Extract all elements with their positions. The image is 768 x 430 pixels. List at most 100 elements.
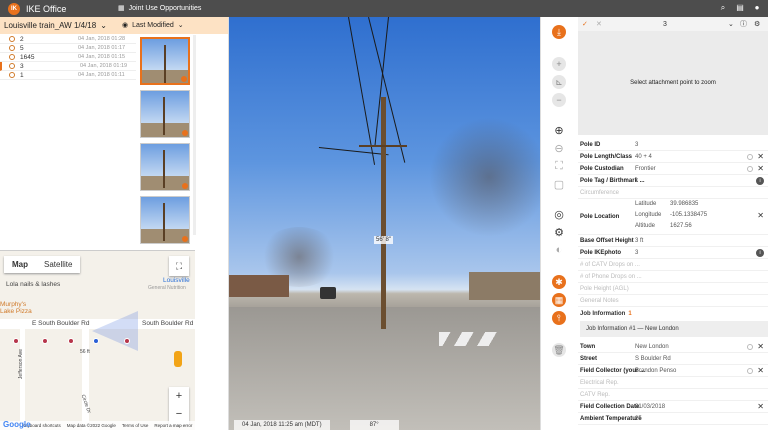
pole-list-item[interactable]: 5 04 Jan, 2018 01:17 <box>0 44 136 53</box>
zoom-in-icon[interactable]: + <box>169 387 189 405</box>
map-panel[interactable]: Map Satellite ⛶ Louisville General Nutri… <box>0 250 195 430</box>
close-icon[interactable]: ✕ <box>596 20 602 28</box>
info-icon[interactable]: i <box>756 176 764 185</box>
terms-link[interactable]: Terms of Use <box>122 423 149 428</box>
settings-icon[interactable]: ⚙ <box>552 225 566 239</box>
field-collector-row[interactable]: Field Collector (your ... Brandon Penso … <box>578 365 768 377</box>
badge-icon <box>181 76 187 82</box>
loading-icon <box>747 165 753 172</box>
tab-satellite[interactable]: Satellite <box>36 256 80 273</box>
catv-rep-row[interactable]: CATV Rep. <box>578 389 768 401</box>
chevron-down-icon[interactable]: ⌄ <box>100 21 107 30</box>
electrical-rep-row[interactable]: Electrical Rep. <box>578 377 768 389</box>
section-label: Job Information <box>580 311 626 317</box>
pole-marker[interactable] <box>68 338 74 344</box>
search-icon[interactable]: ⌕ <box>718 3 728 13</box>
close-icon[interactable]: ✕ <box>757 164 764 173</box>
pole-list-item[interactable]: 2 04 Jan, 2018 01:28 <box>0 35 136 44</box>
network-icon[interactable]: ✱ <box>552 275 566 289</box>
sort-dropdown[interactable]: ◉ Last Modified ⌄ <box>122 21 184 30</box>
chevron-down-icon[interactable]: ⌄ <box>728 20 734 28</box>
close-icon[interactable]: ✕ <box>757 402 764 411</box>
pole-marker[interactable] <box>124 338 130 344</box>
field-value: 1 <box>635 177 639 184</box>
pole-marker[interactable] <box>42 338 48 344</box>
longitude-value: -105.1338475 <box>670 212 708 218</box>
pole-height-row[interactable]: Pole Height (AGL) <box>578 283 768 295</box>
view-cone <box>92 311 138 351</box>
settings-icon[interactable]: ⚙ <box>754 20 760 28</box>
field-label: Pole Custodian <box>580 165 624 172</box>
check-icon[interactable]: ✓ <box>582 20 588 28</box>
user-icon[interactable]: ● <box>752 3 762 13</box>
field-label: Pole ID <box>580 141 601 148</box>
pole-photo[interactable]: 56' 8" 04 Jan, 2018 11:25 am (MDT) 87° <box>229 17 540 430</box>
info-icon[interactable]: i <box>756 248 764 257</box>
ambient-temperature-row[interactable]: Ambient Temperature 25 <box>578 413 768 425</box>
plus-icon[interactable]: + <box>552 57 566 71</box>
field-label: Ambient Temperature <box>580 415 642 422</box>
minus-icon[interactable]: − <box>552 93 566 107</box>
job-information-item[interactable]: Job Information #1 — New London <box>580 321 768 337</box>
fit-icon[interactable]: ⛶ <box>552 159 566 173</box>
pole-icon[interactable]: ⫯ <box>552 311 566 325</box>
zoom-out-icon[interactable]: ⊖ <box>552 141 566 155</box>
close-icon[interactable]: ✕ <box>757 211 764 220</box>
close-icon[interactable]: ✕ <box>757 152 764 161</box>
pole-custodian-row[interactable]: Pole Custodian Frontier ✕ <box>578 163 768 175</box>
pole-date: 04 Jan, 2018 01:19 <box>80 63 128 69</box>
badge-icon <box>182 130 188 136</box>
circumference-row[interactable]: Circumference <box>578 187 768 199</box>
sort-label: Last Modified <box>132 21 174 29</box>
catv-drops-row[interactable]: # of CATV Drops on ... <box>578 259 768 271</box>
photo-thumbnail[interactable] <box>140 90 190 138</box>
field-label: Street <box>580 355 598 362</box>
pegman-icon[interactable] <box>174 351 182 367</box>
trash-icon[interactable]: 🗑 <box>552 343 566 357</box>
calendar-icon[interactable]: ▦ <box>552 293 566 307</box>
zoom-in-icon[interactable]: ⊕ <box>552 123 566 137</box>
building-icon: ▦ <box>118 5 125 12</box>
job-header[interactable]: Louisville train_AW 1/4/18 ⌄ ◉ Last Modi… <box>0 17 228 34</box>
photo-thumbnail[interactable] <box>140 143 190 191</box>
loading-icon <box>747 153 753 160</box>
tree <box>429 117 540 237</box>
town-row[interactable]: Town New London ✕ <box>578 341 768 353</box>
pole-length-row[interactable]: Pole Length/Class 40 + 4 ✕ <box>578 151 768 163</box>
pole-list-item[interactable]: 1645 04 Jan, 2018 01:15 <box>0 53 136 62</box>
page-icon[interactable]: ▢ <box>552 177 566 191</box>
tab-map[interactable]: Map <box>4 256 36 273</box>
base-offset-row[interactable]: Base Offset Height 3 ft <box>578 235 768 247</box>
field-collection-date-row[interactable]: Field Collection Date 01/03/2018 ✕ <box>578 401 768 413</box>
fullscreen-icon[interactable]: ⛶ <box>169 256 189 276</box>
scrollbar[interactable] <box>193 35 196 235</box>
report-error-link[interactable]: Report a map error <box>154 423 192 428</box>
contrast-icon[interactable]: ◐ <box>552 243 566 257</box>
zoom-preview[interactable]: Select attachment point to zoom <box>578 31 768 135</box>
info-icon[interactable]: ⓘ <box>740 19 747 29</box>
joint-use-link[interactable]: ▦ Joint Use Opportunities <box>118 4 201 13</box>
close-icon[interactable]: ✕ <box>757 366 764 375</box>
pole-tag-row[interactable]: Pole Tag / Birthmark ... 1 i <box>578 175 768 187</box>
measure-icon[interactable]: ⊾ <box>552 75 566 89</box>
pole-location-row[interactable]: Pole Location Latitude 39.986835 Longitu… <box>578 199 768 235</box>
pole-ikephoto-row[interactable]: Pole IKEphoto 3 i <box>578 247 768 259</box>
field-value: 40 + 4 <box>635 153 652 160</box>
photo-thumbnail[interactable] <box>140 196 190 244</box>
pole-marker-selected[interactable] <box>93 338 99 344</box>
height-label: 56' 8" <box>374 236 393 244</box>
zoom-hint: Select attachment point to zoom <box>630 80 716 86</box>
close-icon[interactable]: ✕ <box>757 342 764 351</box>
target-icon[interactable]: ◎ <box>552 207 566 221</box>
download-icon[interactable]: ⤓ <box>552 25 566 39</box>
street-row[interactable]: Street S Boulder Rd <box>578 353 768 365</box>
pole-marker[interactable] <box>13 338 19 344</box>
photo-thumbnail[interactable] <box>140 37 190 85</box>
general-notes-row[interactable]: General Notes <box>578 295 768 307</box>
pole-id-row[interactable]: Pole ID 3 <box>578 139 768 151</box>
pole-list-item[interactable]: 1 04 Jan, 2018 01:11 <box>0 71 136 80</box>
clipboard-icon[interactable]: ▤ <box>735 3 745 13</box>
job-information-section[interactable]: Job Information 1 <box>578 307 768 321</box>
pole-list-item-selected[interactable]: 3 04 Jan, 2018 01:19 <box>0 62 136 71</box>
phone-drops-row[interactable]: # of Phone Drops on ... <box>578 271 768 283</box>
